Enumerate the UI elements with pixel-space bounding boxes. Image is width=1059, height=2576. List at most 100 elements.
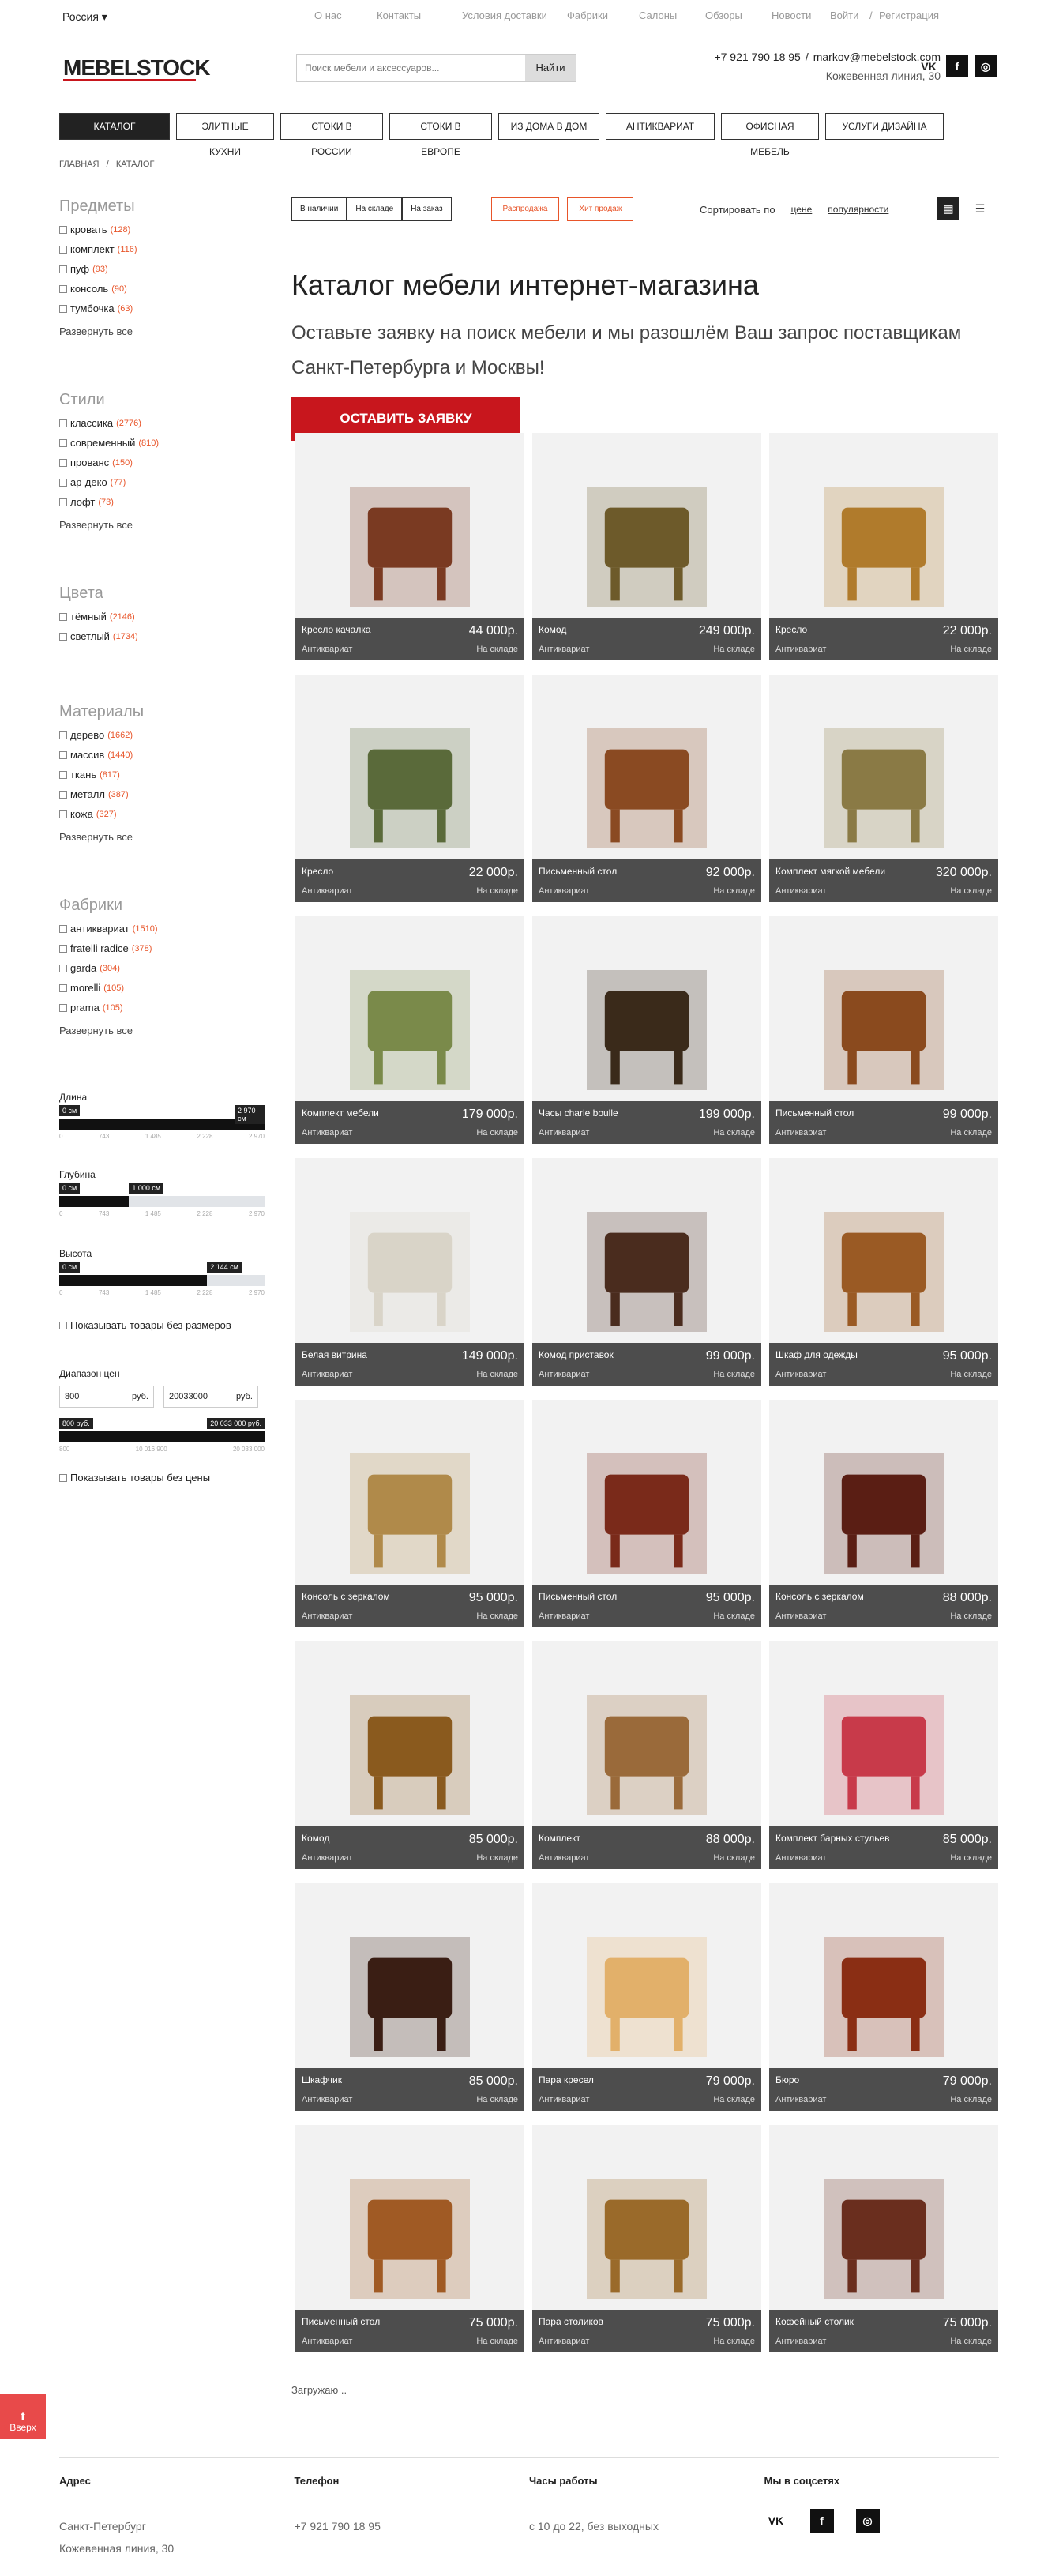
footer-instagram-icon[interactable]: ◎ xyxy=(855,2509,880,2533)
product-card[interactable]: Комод 249 000р. Антиквариат На складе xyxy=(532,433,761,660)
product-card[interactable]: Письменный стол 92 000р. Антиквариат На скл… xyxy=(532,675,761,902)
product-card[interactable]: Консоль с зеркалом 88 000р. Антиквариат На … xyxy=(769,1400,998,1627)
filter-option[interactable]: светлый (1734) xyxy=(59,630,265,642)
main-nav-item[interactable]: ИЗ ДОМА В ДОМ xyxy=(498,113,599,140)
product-card[interactable]: Кофейный столик 75 000р. Антиквариат На скл… xyxy=(769,2125,998,2352)
phone-link[interactable]: +7 921 790 18 95 xyxy=(714,51,800,63)
search-button[interactable]: Найти xyxy=(525,55,576,81)
list-view-icon[interactable]: ☰ xyxy=(969,197,991,220)
checkbox[interactable] xyxy=(59,810,67,818)
product-card[interactable]: Письменный стол 75 000р. Антиквариат На скл… xyxy=(295,2125,524,2352)
filter-option[interactable]: пуф (93) xyxy=(59,263,265,275)
checkbox[interactable] xyxy=(59,498,67,506)
product-card[interactable]: Комод приставок 99 000р. Антиквариат На скл… xyxy=(532,1158,761,1386)
sort-popularity-link[interactable]: популярности xyxy=(828,204,888,216)
length-max-handle[interactable]: 2 970 см xyxy=(235,1105,265,1124)
product-card[interactable]: Пара столиков 75 000р. Антиквариат На склад… xyxy=(532,2125,761,2352)
main-nav-item[interactable]: ЭЛИТНЫЕ КУХНИ xyxy=(176,113,274,157)
length-min-handle[interactable]: 0 см xyxy=(59,1105,81,1116)
instagram-icon[interactable]: ◎ xyxy=(975,55,997,77)
product-card[interactable]: Кресло качалка 44 000р. Антиквариат На скла… xyxy=(295,433,524,660)
product-card[interactable]: Пара кресел 79 000р. Антиквариат На складе xyxy=(532,1883,761,2111)
filter-option[interactable]: массив (1440) xyxy=(59,749,265,761)
vk-icon[interactable]: VK xyxy=(918,55,940,77)
expand-all-link[interactable]: Развернуть все xyxy=(59,1025,265,1036)
footer-phone[interactable]: +7 921 790 18 95 xyxy=(295,2515,530,2537)
top-nav-link[interactable]: О нас xyxy=(314,9,342,21)
checkbox[interactable] xyxy=(59,612,67,621)
checkbox[interactable] xyxy=(59,983,67,992)
product-card[interactable]: Шкаф для одежды 95 000р. Антиквариат На скл… xyxy=(769,1158,998,1386)
stock-filter-button[interactable]: На заказ xyxy=(402,197,452,221)
product-card[interactable]: Комплект мягкой мебели 320 000р. Антиквари… xyxy=(769,675,998,902)
filter-option[interactable]: ар-деко (77) xyxy=(59,476,265,488)
checkbox[interactable] xyxy=(59,245,67,254)
product-card[interactable]: Консоль с зеркалом 95 000р. Антиквариат На … xyxy=(295,1400,524,1627)
price-from-input[interactable]: 800 руб. xyxy=(59,1386,154,1408)
main-nav-item[interactable]: УСЛУГИ ДИЗАЙНА xyxy=(825,113,944,140)
no-size-checkbox[interactable]: Показывать товары без размеров xyxy=(59,1319,231,1331)
scroll-top-button[interactable]: ⬆ Вверх xyxy=(0,2394,46,2439)
filter-option[interactable]: лофт (73) xyxy=(59,496,265,508)
depth-track[interactable]: 0 см 1 000 см xyxy=(59,1183,265,1207)
checkbox[interactable] xyxy=(59,924,67,933)
hit-filter-button[interactable]: Хит продаж xyxy=(567,197,634,221)
top-nav-link[interactable]: Фабрики xyxy=(567,9,608,21)
top-nav-link[interactable]: Салоны xyxy=(639,9,677,21)
filter-option[interactable]: garda (304) xyxy=(59,962,265,974)
checkbox[interactable] xyxy=(59,750,67,759)
top-nav-link[interactable]: Войти xyxy=(830,9,858,21)
filter-option[interactable]: антиквариат (1510) xyxy=(59,923,265,935)
filter-option[interactable]: тёмный (2146) xyxy=(59,611,265,622)
top-nav-link[interactable]: Новости xyxy=(772,9,811,21)
filter-option[interactable]: прованс (150) xyxy=(59,457,265,468)
logo[interactable]: MEBELSTOCK xyxy=(63,55,210,81)
expand-all-link[interactable]: Развернуть все xyxy=(59,519,265,531)
checkbox[interactable] xyxy=(59,770,67,779)
filter-option[interactable]: prama (105) xyxy=(59,1002,265,1013)
checkbox[interactable] xyxy=(59,265,67,273)
no-price-checkbox[interactable]: Показывать товары без цены xyxy=(59,1472,265,1484)
product-card[interactable]: Комод 85 000р. Антиквариат На складе xyxy=(295,1641,524,1869)
main-nav-item[interactable]: СТОКИ В РОССИИ xyxy=(280,113,383,157)
main-nav-item[interactable]: АНТИКВАРИАТ xyxy=(606,113,715,140)
region-select[interactable]: Россия ▾ xyxy=(62,10,107,24)
top-nav-link[interactable]: Регистрация xyxy=(879,9,939,21)
checkbox[interactable] xyxy=(59,304,67,313)
sort-price-link[interactable]: цене xyxy=(791,204,813,216)
product-card[interactable]: Шкафчик 85 000р. Антиквариат На складе xyxy=(295,1883,524,2111)
product-card[interactable]: Бюро 79 000р. Антиквариат На складе xyxy=(769,1883,998,2111)
top-nav-link[interactable]: Контакты xyxy=(377,9,421,21)
product-card[interactable]: Кресло 22 000р. Антиквариат На складе xyxy=(295,675,524,902)
price-max-handle[interactable]: 20 033 000 руб. xyxy=(207,1418,265,1429)
checkbox[interactable] xyxy=(59,419,67,427)
product-card[interactable]: Письменный стол 99 000р. Антиквариат На скл… xyxy=(769,916,998,1144)
filter-option[interactable]: консоль (90) xyxy=(59,283,265,295)
height-track[interactable]: 0 см 2 144 см xyxy=(59,1262,265,1286)
main-nav-item[interactable]: СТОКИ В ЕВРОПЕ xyxy=(389,113,492,157)
price-track[interactable]: 800 руб. 20 033 000 руб. xyxy=(59,1418,265,1442)
main-nav-item[interactable]: ОФИСНАЯ МЕБЕЛЬ xyxy=(721,113,819,157)
depth-min-handle[interactable]: 0 см xyxy=(59,1183,81,1194)
breadcrumb-home[interactable]: ГЛАВНАЯ xyxy=(59,160,99,169)
search-input[interactable]: Поиск мебели и аксессуаров... xyxy=(297,55,525,81)
product-card[interactable]: Белая витрина 149 000р. Антиквариат На скла… xyxy=(295,1158,524,1386)
filter-option[interactable]: комплект (116) xyxy=(59,243,265,255)
filter-option[interactable]: тумбочка (63) xyxy=(59,303,265,314)
top-nav-link[interactable]: Условия доставки xyxy=(462,9,547,21)
product-card[interactable]: Кресло 22 000р. Антиквариат На складе xyxy=(769,433,998,660)
product-card[interactable]: Письменный стол 95 000р. Антиквариат На скл… xyxy=(532,1400,761,1627)
filter-option[interactable]: ткань (817) xyxy=(59,769,265,780)
filter-option[interactable]: morelli (105) xyxy=(59,982,265,994)
filter-option[interactable]: металл (387) xyxy=(59,788,265,800)
checkbox[interactable] xyxy=(59,284,67,293)
depth-max-handle[interactable]: 1 000 см xyxy=(129,1183,164,1194)
top-nav-link[interactable]: Обзоры xyxy=(705,9,742,21)
filter-option[interactable]: кожа (327) xyxy=(59,808,265,820)
stock-filter-button[interactable]: На складе xyxy=(347,197,403,221)
checkbox[interactable] xyxy=(59,944,67,953)
filter-option[interactable]: современный (810) xyxy=(59,437,265,449)
checkbox[interactable] xyxy=(59,438,67,447)
product-card[interactable]: Комплект барных стульев 85 000р. Антиквари… xyxy=(769,1641,998,1869)
filter-option[interactable]: fratelli radice (378) xyxy=(59,942,265,954)
